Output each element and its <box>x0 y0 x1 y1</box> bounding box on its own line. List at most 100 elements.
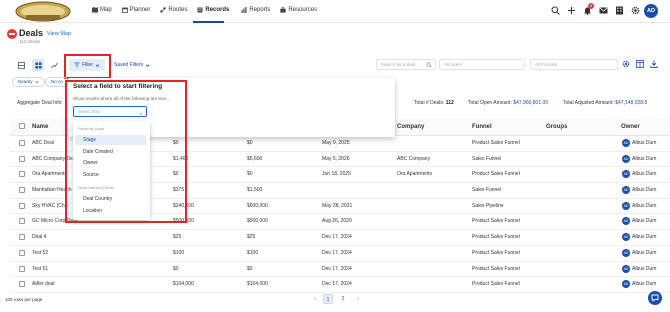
table-row[interactable]: Test 52 $100 $100 Dec 17, 2024 Product Sales… <box>10 246 670 262</box>
cell-funnel: Sales Pipeline <box>472 202 504 209</box>
row-checkbox[interactable] <box>19 249 25 256</box>
cell-close-date: Dec 17, 2024 <box>322 265 352 272</box>
chat-bubble-icon <box>651 294 659 302</box>
cell-adjusted-amount: $25 <box>247 234 256 241</box>
table-row[interactable]: Deal 4 $25 $25 Dec 17, 2024 Product Sales Fu… <box>10 230 670 246</box>
deal-search-input[interactable]: Search for a deal <box>376 59 436 70</box>
owner-avatar: AD <box>622 170 630 179</box>
nav-records-label: Records <box>205 7 230 13</box>
cell-name[interactable]: Test 51 <box>32 266 48 272</box>
chevron-down-icon <box>145 64 150 67</box>
cell-adjusted-amount: $0 <box>247 140 253 146</box>
map-icon <box>92 7 98 13</box>
page-1-button[interactable]: 1 <box>323 294 333 304</box>
cell-name[interactable]: Adler deal <box>32 281 55 287</box>
nav-routes[interactable]: Routes <box>160 7 187 13</box>
notifications-button[interactable]: 5 <box>583 3 594 15</box>
prev-page-button[interactable]: ‹ <box>310 294 320 304</box>
columns-icon[interactable] <box>636 60 644 68</box>
cell-adjusted-amount: $5,600 <box>247 155 263 162</box>
rows-per-page-select[interactable]: 100 rows per page <box>5 297 42 302</box>
search-icon[interactable] <box>551 6 560 15</box>
next-page-button[interactable]: › <box>353 294 363 304</box>
funnels-select[interactable]: All Funnels <box>530 59 618 70</box>
select-all-checkbox[interactable] <box>19 123 25 129</box>
cell-funnel: Product Sales Funnel <box>472 249 520 256</box>
chat-button[interactable] <box>648 291 662 305</box>
company-logo[interactable] <box>14 1 72 22</box>
search-icon <box>426 62 432 68</box>
cell-adjusted-amount: $500,000 <box>247 218 268 225</box>
users-select[interactable]: All Users <box>439 59 525 70</box>
top-nav-bar: Map Planner Routes Records Reports Resou… <box>0 0 670 23</box>
total-deals-value: 112 <box>445 100 454 106</box>
cell-name[interactable]: Sky HVAC (Chic <box>32 203 68 209</box>
row-checkbox[interactable] <box>19 281 25 288</box>
row-checkbox[interactable] <box>19 140 25 146</box>
nav-reports-label: Reports <box>249 7 271 13</box>
mail-icon[interactable] <box>599 6 608 15</box>
gear-icon[interactable] <box>631 6 640 15</box>
row-checkbox[interactable] <box>19 218 25 225</box>
cell-close-date: May 5, 2026 <box>322 155 350 162</box>
column-header-owner[interactable]: Owner <box>621 124 640 130</box>
nav-planner[interactable]: Planner <box>121 7 150 13</box>
cell-adjusted-amount: $104,000 <box>247 281 268 288</box>
column-header-groups[interactable]: Groups <box>546 124 567 130</box>
cell-adjusted-amount: $0 <box>247 171 253 178</box>
cell-name[interactable]: Test 52 <box>32 250 48 256</box>
record-count: 112 shows <box>19 39 41 44</box>
list-view-icon <box>35 62 41 68</box>
nearby-chip[interactable]: Nearby <box>12 77 45 87</box>
cell-owner: Albus Dum <box>632 171 657 178</box>
cell-owner: Albus Dum <box>632 155 657 162</box>
download-icon[interactable] <box>650 60 658 68</box>
deal-search-placeholder: Search for a deal <box>381 62 416 67</box>
saved-filters-button[interactable]: Saved Filters <box>114 59 150 71</box>
filter-chip-label: No co <box>51 79 63 84</box>
owner-avatar: AD <box>622 139 630 147</box>
nav-reports[interactable]: Reports <box>241 7 270 13</box>
table-row[interactable]: Test 51 $0 $0 Dec 17, 2024 Product Sales Fun… <box>10 262 670 278</box>
cell-owner: Albus Dum <box>632 202 657 209</box>
row-checkbox[interactable] <box>19 202 25 209</box>
cell-company: ABC Company <box>397 155 431 162</box>
chart-view-button[interactable] <box>48 59 60 71</box>
cell-name[interactable]: Deal 4 <box>32 234 46 240</box>
owner-avatar: AD <box>622 186 630 195</box>
rows-per-page-label: 100 rows per page <box>5 297 43 302</box>
building-icon[interactable] <box>615 6 624 15</box>
table-row[interactable]: Adler deal $104,000 $104,000 Dec 17, 2024 Pr… <box>10 277 670 293</box>
list-view-button[interactable] <box>32 59 44 71</box>
page-2-button[interactable]: 2 <box>338 294 348 304</box>
cell-owner: Albus Dum <box>632 265 657 272</box>
cell-adjusted-amount: $0 <box>247 265 253 272</box>
nav-map[interactable]: Map <box>92 7 112 13</box>
cell-funnel: Product Sales Funnel <box>472 218 520 225</box>
cell-funnel: Sales Funnel <box>472 187 502 194</box>
row-checkbox[interactable] <box>19 155 25 162</box>
cell-funnel: Product Sales Funnel <box>472 234 520 241</box>
deals-icon <box>7 29 17 39</box>
row-checkbox[interactable] <box>19 265 25 272</box>
plus-icon[interactable] <box>567 6 576 15</box>
row-checkbox[interactable] <box>19 234 25 241</box>
cell-close-date: Aug 26, 2020 <box>322 218 352 225</box>
nav-resources[interactable]: Resources <box>280 7 317 13</box>
column-header-company[interactable]: Company <box>397 124 424 130</box>
row-checkbox[interactable] <box>19 187 25 194</box>
card-view-button[interactable] <box>15 59 27 71</box>
view-map-link[interactable]: View Map <box>47 31 71 37</box>
aggregate-deal-info: Aggregate Deal Info <box>17 100 62 106</box>
nav-records[interactable]: Records <box>197 7 231 13</box>
column-header-name[interactable]: Name <box>32 124 48 130</box>
cell-close-date: Jun 18, 2025 <box>322 171 351 178</box>
cell-funnel: Sales Funnel <box>472 155 502 162</box>
cell-owner: Albus Dum <box>632 140 657 146</box>
settings-gear-icon[interactable] <box>622 60 630 68</box>
cell-name[interactable]: Ora Apartments <box>32 171 67 177</box>
cell-name[interactable]: ABC Deal <box>32 140 54 146</box>
column-header-funnel[interactable]: Funnel <box>472 124 492 130</box>
user-avatar[interactable]: AD <box>644 4 658 18</box>
row-checkbox[interactable] <box>19 171 25 178</box>
